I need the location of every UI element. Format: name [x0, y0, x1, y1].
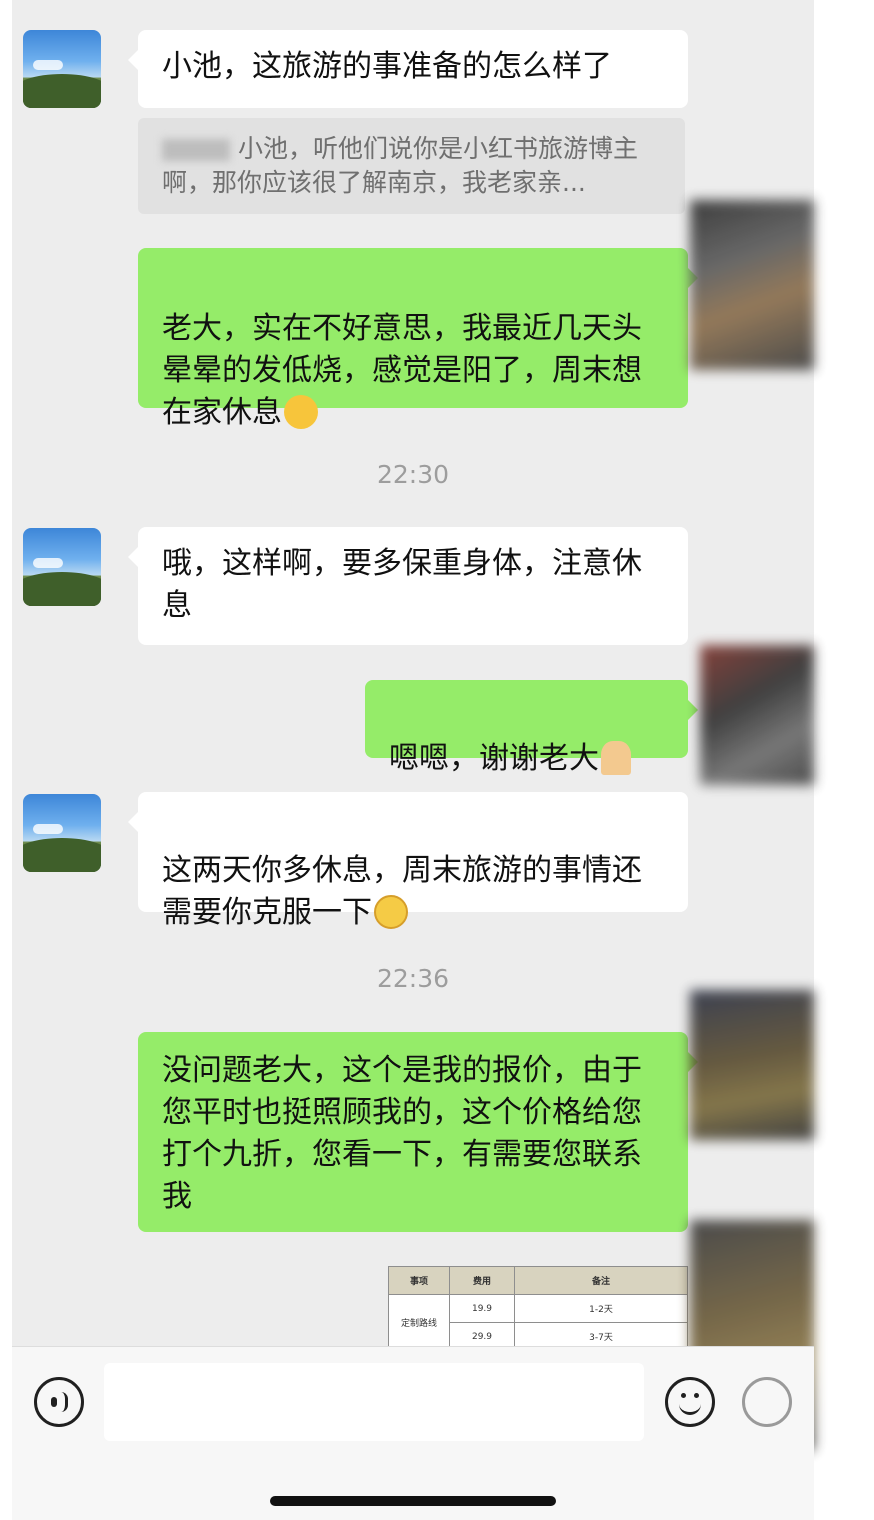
contact-avatar[interactable]: [23, 528, 101, 606]
outgoing-message[interactable]: 嗯嗯，谢谢老大: [365, 680, 698, 776]
blurred-sender-name: [162, 139, 230, 161]
outgoing-message-text: 嗯嗯，谢谢老大: [389, 741, 599, 776]
home-indicator: [270, 1496, 556, 1506]
timestamp: 22:36: [376, 964, 450, 993]
message-input[interactable]: [104, 1363, 644, 1441]
outgoing-message[interactable]: 老大，实在不好意思，我最近几天头晕晕的发低烧，感觉是阳了，周末想在家休息: [138, 248, 698, 430]
price-table-image[interactable]: 事项 费用 备注 定制路线 19.9 1-2天 29.9 3-7天: [388, 1266, 688, 1348]
table-cell: 1-2天: [514, 1294, 688, 1323]
timestamp: 22:30: [376, 460, 450, 489]
table-cell: 29.9: [449, 1322, 515, 1348]
outgoing-message[interactable]: 没问题老大，这个是我的报价，由于您平时也挺照顾我的，这个价格给您打个九折，您看一…: [138, 1032, 698, 1232]
table-cell: 19.9: [449, 1294, 515, 1323]
redaction-scribble: [700, 645, 814, 785]
incoming-message[interactable]: 这两天你多休息，周末旅游的事情还需要你克服一下: [128, 792, 688, 930]
redaction-scribble: [690, 200, 814, 370]
table-cell: 3-7天: [514, 1322, 688, 1348]
smile-emoji-icon: [374, 894, 408, 929]
redaction-scribble: [690, 990, 814, 1140]
contact-avatar[interactable]: [23, 30, 101, 108]
table-header: 事项: [388, 1266, 450, 1295]
emoji-icon[interactable]: [665, 1377, 715, 1427]
crying-emoji-icon: [284, 394, 318, 429]
table-header: 备注: [514, 1266, 688, 1295]
table-cell: 定制路线: [388, 1294, 450, 1348]
table-header: 费用: [449, 1266, 515, 1295]
right-margin: [814, 0, 874, 1519]
incoming-message[interactable]: 小池，这旅游的事准备的怎么样了: [128, 30, 688, 108]
voice-icon[interactable]: [34, 1377, 84, 1427]
incoming-message[interactable]: 哦，这样啊，要多保重身体，注意休息: [128, 527, 688, 645]
contact-avatar[interactable]: [23, 794, 101, 872]
pray-emoji-icon: [601, 740, 631, 775]
quoted-message[interactable]: 小池，听他们说你是小红书旅游博主啊，那你应该很了解南京，我老家亲...: [138, 118, 685, 214]
plus-icon[interactable]: [742, 1377, 792, 1427]
input-bar: [12, 1346, 814, 1520]
quoted-message-text: 小池，听他们说你是小红书旅游博主啊，那你应该很了解南京，我老家亲...: [162, 134, 639, 197]
